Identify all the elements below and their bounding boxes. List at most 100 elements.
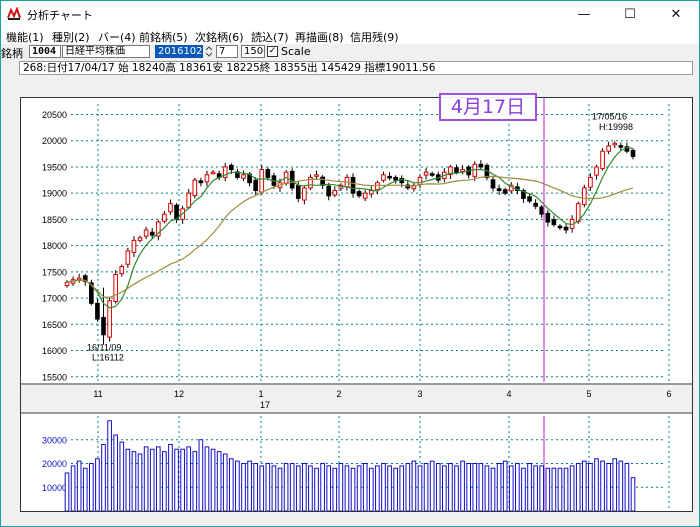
menu-item-prev-stock[interactable]: 前銘柄(5): [139, 29, 188, 45]
price-tick-label: 19000: [42, 189, 67, 199]
volume-bar: [101, 444, 106, 511]
close-button[interactable]: ✕: [653, 1, 699, 28]
candle-body: [131, 239, 137, 253]
scale-checkbox[interactable]: ✓: [267, 46, 278, 57]
candle-body: [259, 169, 265, 193]
candle-body: [563, 226, 569, 231]
minimize-button[interactable]: —: [561, 1, 607, 28]
volume-bar: [545, 467, 551, 511]
candle-body: [186, 192, 192, 208]
candle-body: [198, 180, 204, 184]
volume-bar: [216, 451, 222, 511]
month-tick-label: 4: [506, 389, 511, 399]
stock-label: 銘柄: [1, 47, 23, 60]
volume-bar: [399, 465, 405, 511]
candle-body: [192, 179, 198, 197]
candle-body: [162, 213, 167, 222]
volume-bar: [308, 465, 313, 511]
maximize-button[interactable]: ☐: [607, 1, 653, 28]
volume-bar: [508, 465, 514, 511]
candle-body: [460, 169, 465, 172]
bar-count-field[interactable]: 1500: [241, 45, 265, 58]
title-bar[interactable]: 分析チャート — ☐ ✕: [1, 1, 699, 28]
candle-body: [429, 173, 435, 176]
volume-bar: [235, 460, 240, 511]
date-highlight-label: 4月17日: [439, 93, 537, 121]
stock-name-field[interactable]: 日経平均株価: [62, 45, 150, 58]
menu-item-function[interactable]: 機能(1): [6, 29, 44, 45]
volume-bar: [630, 477, 636, 511]
volume-bar: [423, 463, 429, 511]
price-tick-label: 18500: [42, 215, 67, 225]
price-tick-label: 17000: [42, 294, 67, 304]
candle-body: [326, 185, 332, 197]
volume-bar: [155, 446, 161, 511]
volume-bar: [82, 467, 88, 511]
month-tick-label: 1: [258, 389, 263, 399]
candlestick-chart[interactable]: 20500 20000 19500 19000 18500 18000 17500 17000…: [21, 98, 692, 511]
candle-body: [375, 182, 380, 191]
date-spinner-icon[interactable]: [204, 45, 214, 58]
menu-item-redraw[interactable]: 再描画(8): [295, 29, 344, 45]
candle-body: [594, 166, 599, 176]
menu-item-load[interactable]: 読込(7): [251, 29, 289, 45]
volume-bar: [356, 465, 362, 511]
volume-bar: [442, 465, 447, 511]
volume-bar: [381, 463, 386, 511]
candle-body: [356, 191, 362, 197]
volume-bar: [618, 460, 624, 511]
high-date-annotation: 17/05/16: [592, 112, 627, 122]
volume-bar: [70, 465, 76, 511]
month-tick-label: 5: [586, 389, 591, 399]
volume-bar: [222, 453, 228, 511]
volume-tick-label: 30000: [42, 435, 67, 445]
volume-bar: [417, 465, 423, 511]
candle-body: [612, 142, 618, 146]
volume-bar: [295, 465, 301, 511]
start-date-field[interactable]: 20161024: [155, 45, 203, 58]
price-tick-label: 16000: [42, 346, 67, 356]
period-field[interactable]: 7: [216, 45, 238, 58]
volume-bar: [551, 467, 557, 511]
volume-bar: [350, 467, 356, 511]
volume-bar: [533, 465, 538, 511]
year-label: 17: [260, 400, 270, 410]
price-tick-label: 19500: [42, 162, 67, 172]
candle-body: [149, 231, 155, 236]
menu-item-margin[interactable]: 信用残(9): [350, 29, 399, 45]
volume-bar: [247, 460, 252, 511]
volume-bar: [314, 467, 319, 511]
volume-bar: [515, 463, 520, 511]
volume-bar: [472, 463, 478, 511]
candle-body: [606, 145, 611, 152]
candle-body: [137, 237, 143, 241]
stock-code-field[interactable]: 1004: [29, 45, 61, 58]
volume-bar: [368, 467, 374, 511]
candle-body: [454, 167, 459, 173]
volume-bar: [265, 463, 271, 511]
volume-bar: [259, 465, 265, 511]
volume-bar: [107, 420, 112, 511]
candle-body: [502, 189, 508, 194]
chart-area[interactable]: 20500 20000 19500 19000 18500 18000 17500 17000…: [20, 97, 693, 512]
menu-item-next-stock[interactable]: 次銘柄(6): [195, 29, 244, 45]
volume-bar: [448, 463, 453, 511]
volume-bar: [496, 463, 502, 511]
volume-bar: [521, 467, 526, 511]
volume-bar: [588, 463, 593, 511]
volume-bar: [228, 458, 234, 511]
volume-bar: [64, 472, 70, 511]
volume-bar: [320, 463, 325, 511]
volume-bar: [563, 467, 569, 511]
menu-item-bar[interactable]: バー(4): [98, 29, 136, 45]
candle-body: [393, 176, 398, 181]
candle-body: [581, 187, 587, 205]
volume-bar: [198, 439, 204, 511]
candle-body: [362, 192, 368, 199]
volume-bar: [362, 463, 368, 511]
volume-bar: [539, 465, 545, 511]
chart-app-icon: [7, 7, 21, 21]
volume-bar: [387, 465, 392, 511]
menu-item-type[interactable]: 種別(2): [52, 29, 90, 45]
candle-body: [496, 188, 502, 192]
